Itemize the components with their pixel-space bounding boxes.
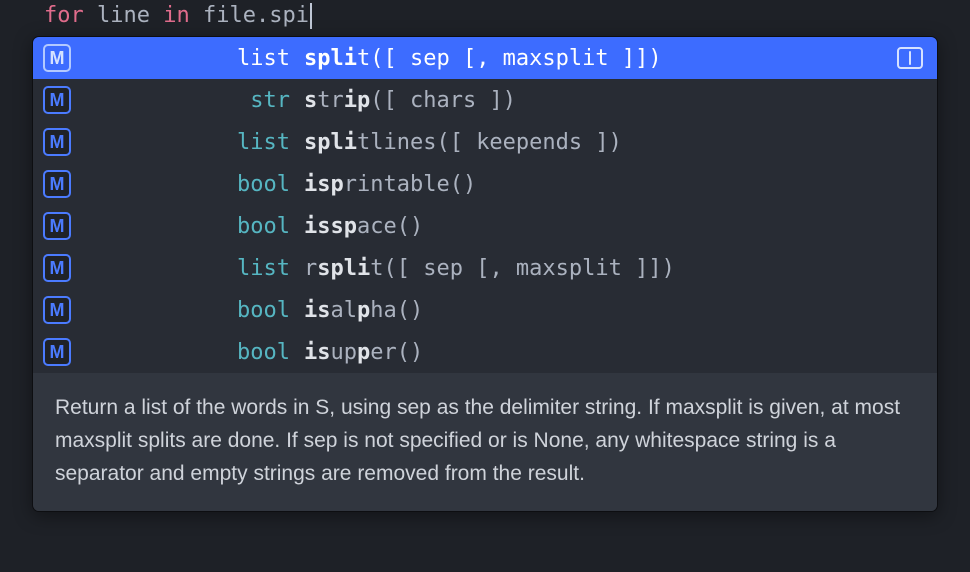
- method-icon: M: [43, 296, 71, 324]
- var-line: line: [97, 3, 150, 28]
- suggestion-row-isalpha[interactable]: Mbool isalpha(): [33, 289, 937, 331]
- method-signature: strip([ chars ]): [304, 88, 937, 113]
- method-signature: isspace(): [304, 214, 937, 239]
- method-signature: splitlines([ keepends ]): [304, 130, 937, 155]
- keyword-in: in: [163, 3, 190, 28]
- return-type: str: [71, 88, 290, 113]
- method-icon: M: [43, 170, 71, 198]
- suggestion-row-isspace[interactable]: Mbool isspace(): [33, 205, 937, 247]
- typed-partial: spi: [269, 3, 309, 28]
- dot-operator: .: [256, 3, 269, 28]
- method-icon: M: [43, 338, 71, 366]
- method-signature: isprintable(): [304, 172, 937, 197]
- method-icon-letter: M: [50, 258, 65, 279]
- method-signature: split([ sep [, maxsplit ]]): [304, 46, 937, 71]
- suggestion-row-strip[interactable]: Mstr strip([ chars ]): [33, 79, 937, 121]
- return-type: bool: [71, 214, 290, 239]
- var-file: file: [203, 3, 256, 28]
- suggestion-row-split[interactable]: Mlist split([ sep [, maxsplit ]]): [33, 37, 937, 79]
- return-type: bool: [71, 340, 290, 365]
- documentation-text: Return a list of the words in S, using s…: [55, 396, 900, 485]
- suggestion-row-isprintable[interactable]: Mbool isprintable(): [33, 163, 937, 205]
- text-cursor: [310, 3, 312, 29]
- method-icon: M: [43, 44, 71, 72]
- method-signature: isupper(): [304, 340, 937, 365]
- suggestion-row-isupper[interactable]: Mbool isupper(): [33, 331, 937, 373]
- suggestion-row-splitlines[interactable]: Mlist splitlines([ keepends ]): [33, 121, 937, 163]
- method-signature: isalpha(): [304, 298, 937, 323]
- editor-code-line[interactable]: for line in file.spi: [0, 2, 970, 37]
- return-type: list: [71, 256, 290, 281]
- method-signature: rsplit([ sep [, maxsplit ]]): [304, 256, 937, 281]
- suggestion-row-rsplit[interactable]: Mlist rsplit([ sep [, maxsplit ]]): [33, 247, 937, 289]
- method-icon-letter: M: [50, 342, 65, 363]
- documentation-panel: Return a list of the words in S, using s…: [33, 373, 937, 511]
- method-icon-letter: M: [50, 132, 65, 153]
- method-icon: M: [43, 254, 71, 282]
- method-icon: M: [43, 128, 71, 156]
- return-type: bool: [71, 298, 290, 323]
- autocomplete-popup: Mlist split([ sep [, maxsplit ]]) Mstrstri…: [32, 36, 938, 512]
- method-icon: M: [43, 86, 71, 114]
- method-icon-letter: M: [50, 216, 65, 237]
- method-icon-letter: M: [50, 174, 65, 195]
- return-type: bool: [71, 172, 290, 197]
- book-icon[interactable]: [897, 47, 923, 69]
- method-icon-letter: M: [50, 90, 65, 111]
- keyword-for: for: [44, 3, 84, 28]
- method-icon: M: [43, 212, 71, 240]
- method-icon-letter: M: [50, 48, 65, 69]
- return-type: list: [71, 130, 290, 155]
- return-type: list: [71, 46, 290, 71]
- method-icon-letter: M: [50, 300, 65, 321]
